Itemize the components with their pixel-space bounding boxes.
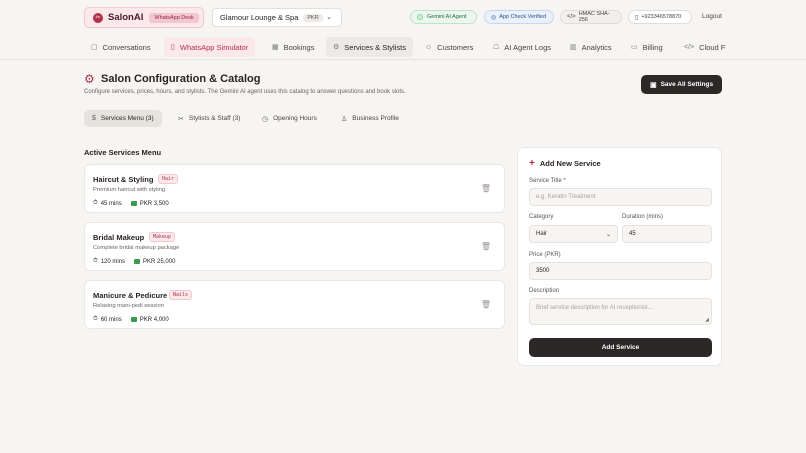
service-category-badge: Hair: [158, 174, 179, 184]
timer-icon: ⏱: [93, 258, 98, 264]
tab-billing[interactable]: ▭ Billing: [624, 37, 670, 57]
top-header: ✂ SalonAI WhatsApp Desk Glamour Lounge &…: [0, 0, 806, 35]
category-label: Category: [529, 214, 554, 220]
brand-badge: WhatsApp Desk: [149, 12, 199, 23]
add-service-title: + Add New Service: [529, 157, 601, 169]
main-nav: ▢ Conversations ▯ WhatsApp Simulator ▦ B…: [0, 35, 806, 60]
tab-whatsapp-simulator[interactable]: ▯ WhatsApp Simulator: [164, 37, 256, 57]
service-price: PKR 25,000: [143, 258, 176, 265]
service-description: Relaxing mani-pedi session: [93, 303, 164, 309]
status-dot-icon: [417, 14, 423, 20]
bot-icon: ☖: [493, 44, 500, 51]
service-category-badge: Nails: [169, 290, 193, 300]
timer-icon: ⏱: [93, 200, 98, 206]
tab-cloud-functions[interactable]: </> Cloud F: [677, 37, 728, 57]
code-icon: </>: [567, 14, 576, 20]
services-section-title: Active Services Menu: [84, 148, 162, 157]
save-icon: ▣: [649, 81, 657, 89]
service-price: PKR 4,000: [139, 316, 169, 323]
service-description: Premium haircut with styling: [93, 187, 166, 193]
duration-label: Duration (mins): [622, 214, 664, 220]
save-all-settings-button[interactable]: ▣ Save All Settings: [641, 75, 722, 94]
trash-icon[interactable]: 🗑: [481, 242, 491, 251]
service-duration: 120 mins: [100, 258, 126, 265]
chat-icon: ▢: [91, 44, 98, 51]
tab-conversations[interactable]: ▢ Conversations: [84, 37, 158, 57]
tab-bookings[interactable]: ▦ Bookings: [265, 37, 321, 57]
service-duration: 45 mins: [100, 200, 122, 207]
page-title-text: Salon Configuration & Catalog: [101, 73, 261, 85]
currency-badge: PKR: [303, 13, 323, 22]
money-icon: [130, 201, 137, 206]
clock-icon: ◷: [262, 115, 269, 123]
dollar-icon: $: [92, 115, 96, 122]
salon-name: Glamour Lounge & Spa: [220, 13, 299, 22]
price-label: Price (PKR): [529, 252, 561, 258]
phone-icon: ▯: [171, 44, 175, 51]
subtab-opening-hours[interactable]: ◷ Opening Hours: [254, 110, 325, 127]
gear-icon: ⚙: [84, 72, 95, 86]
resize-handle-icon[interactable]: ◢: [705, 317, 709, 323]
gemini-status-badge: Gemini AI Agent: [410, 10, 477, 24]
description-textarea[interactable]: Brief service description for AI recepti…: [529, 298, 712, 325]
check-circle-icon: ◎: [491, 14, 497, 21]
service-name: Bridal Makeup: [93, 233, 145, 242]
scissors-icon: ✂: [93, 12, 103, 23]
service-title-label: Service Title *: [529, 178, 566, 184]
tab-services-stylists[interactable]: ⚙ Services & Stylists: [326, 37, 413, 57]
chevron-down-icon: ⌄: [605, 231, 611, 238]
duration-input[interactable]: 45: [622, 225, 712, 243]
subtab-business-profile[interactable]: ♙ Business Profile: [333, 110, 407, 127]
page-description: Configure services, prices, hours, and s…: [84, 89, 406, 95]
plus-icon: +: [529, 157, 535, 169]
service-price: PKR 3,500: [139, 200, 169, 207]
money-icon: [130, 317, 137, 322]
phone-icon: ▯: [635, 14, 639, 21]
description-label: Description: [529, 288, 560, 294]
add-service-button[interactable]: Add Service: [529, 338, 712, 357]
money-icon: [134, 259, 141, 264]
add-service-panel: + Add New Service Service Title * e.g. K…: [517, 147, 722, 366]
service-description: Complete bridal makeup package: [93, 245, 180, 251]
code-icon: </>: [684, 43, 695, 51]
page-title: ⚙ Salon Configuration & Catalog: [84, 73, 261, 85]
category-select[interactable]: Hair ⌄: [529, 225, 618, 243]
trash-icon[interactable]: 🗑: [481, 184, 491, 193]
service-category-badge: Makeup: [149, 232, 176, 242]
users-icon: ☺: [425, 43, 433, 51]
timer-icon: ⏱: [93, 316, 98, 322]
service-name: Haircut & Styling: [93, 175, 154, 184]
service-card: Haircut & Styling Hair Premium haircut w…: [84, 164, 505, 213]
calendar-icon: ▦: [272, 44, 279, 51]
salon-selector[interactable]: Glamour Lounge & Spa PKR ⌄: [212, 8, 342, 27]
app-check-badge: ◎ App Check Verified: [484, 10, 554, 24]
brand[interactable]: ✂ SalonAI WhatsApp Desk: [84, 7, 204, 28]
tab-customers[interactable]: ☺ Customers: [418, 37, 480, 57]
subtab-services-menu[interactable]: $ Services Menu (3): [84, 110, 162, 127]
logout-button[interactable]: Logout: [702, 13, 722, 20]
gear-icon: ⚙: [333, 44, 340, 51]
trash-icon[interactable]: 🗑: [481, 300, 491, 309]
service-meta: ⏱ 60 mins PKR 4,000: [93, 316, 169, 323]
service-duration: 60 mins: [100, 316, 122, 323]
service-title-input[interactable]: e.g. Keratin Treatment: [529, 188, 712, 206]
service-name: Manicure & Pedicure: [93, 291, 168, 300]
subtab-stylists-staff[interactable]: ✂ Stylists & Staff (3): [170, 110, 248, 127]
scissors-icon: ✂: [178, 115, 184, 123]
tab-analytics[interactable]: ▥ Analytics: [563, 37, 619, 57]
service-card: Bridal Makeup Makeup Complete bridal mak…: [84, 222, 505, 271]
tab-ai-agent-logs[interactable]: ☖ AI Agent Logs: [486, 37, 558, 57]
chart-icon: ▥: [570, 44, 577, 51]
price-input[interactable]: 3500: [529, 262, 712, 280]
service-meta: ⏱ 120 mins PKR 25,000: [93, 258, 175, 265]
hmac-badge: </> HMAC SHA-256: [560, 10, 622, 24]
card-icon: ▭: [631, 44, 638, 51]
user-icon: ♙: [341, 115, 348, 123]
service-card: Manicure & Pedicure Nails Relaxing mani-…: [84, 280, 505, 329]
phone-number-badge: ▯ +923346578870: [628, 10, 692, 24]
brand-name: SalonAI: [108, 12, 144, 23]
service-meta: ⏱ 45 mins PKR 3,500: [93, 200, 169, 207]
chevron-down-icon: ⌄: [326, 14, 332, 21]
